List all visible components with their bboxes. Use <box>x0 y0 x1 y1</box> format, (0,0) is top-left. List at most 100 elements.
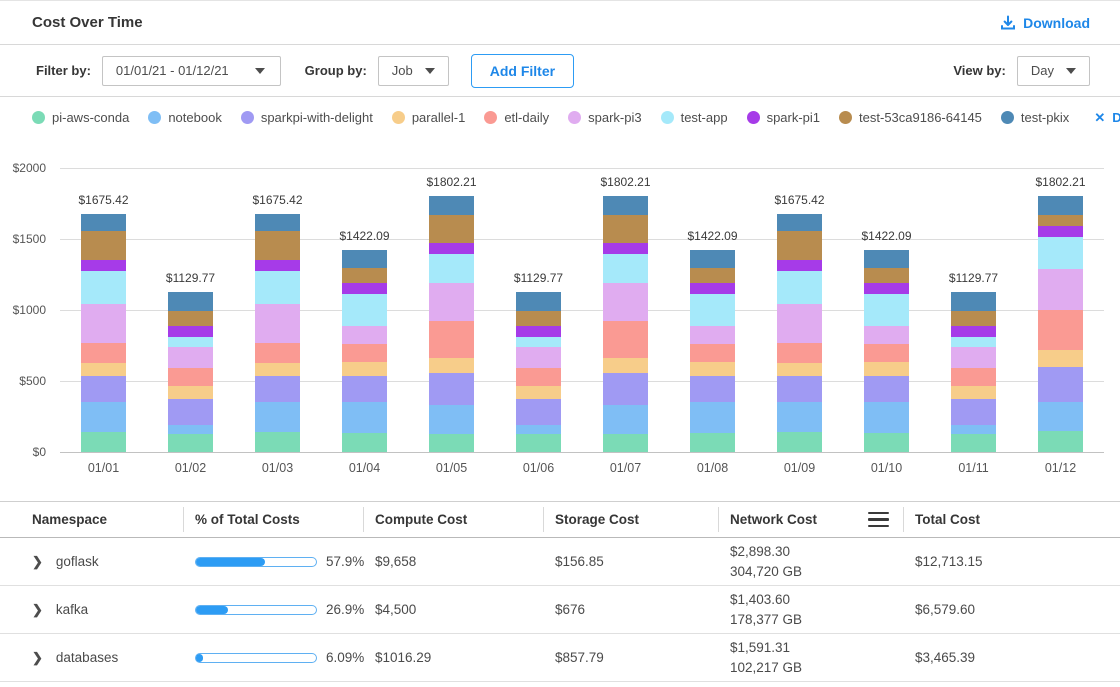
bar-segment-test-app[interactable] <box>168 337 213 347</box>
bar-segment-test-53ca9186-64145[interactable] <box>690 268 735 282</box>
bar-segment-spark-pi3[interactable] <box>951 347 996 368</box>
stacked-bar-01/09[interactable] <box>777 214 822 452</box>
bar-segment-sparkpi-with-delight[interactable] <box>81 376 126 402</box>
bar-segment-test-53ca9186-64145[interactable] <box>342 268 387 282</box>
bar-segment-test-app[interactable] <box>603 254 648 284</box>
bar-segment-test-app[interactable] <box>429 254 474 284</box>
bar-segment-test-app[interactable] <box>777 271 822 303</box>
bar-segment-test-53ca9186-64145[interactable] <box>516 311 561 325</box>
bar-segment-sparkpi-with-delight[interactable] <box>255 376 300 402</box>
stacked-bar-01/08[interactable] <box>690 250 735 452</box>
stacked-bar-01/11[interactable] <box>951 292 996 452</box>
bar-segment-etl-daily[interactable] <box>603 321 648 358</box>
bar-segment-sparkpi-with-delight[interactable] <box>690 376 735 402</box>
bar-segment-notebook[interactable] <box>864 402 909 433</box>
bar-segment-test-app[interactable] <box>255 271 300 303</box>
bar-segment-parallel-1[interactable] <box>429 358 474 373</box>
bar-segment-parallel-1[interactable] <box>342 362 387 376</box>
bar-segment-parallel-1[interactable] <box>81 363 126 376</box>
stacked-bar-01/03[interactable] <box>255 214 300 452</box>
bar-segment-parallel-1[interactable] <box>864 362 909 376</box>
bar-segment-spark-pi3[interactable] <box>777 304 822 344</box>
bar-segment-spark-pi1[interactable] <box>429 243 474 254</box>
bar-segment-spark-pi3[interactable] <box>168 347 213 368</box>
bar-segment-spark-pi3[interactable] <box>81 304 126 344</box>
bar-segment-spark-pi3[interactable] <box>1038 269 1083 310</box>
legend-item-parallel-1[interactable]: parallel-1 <box>392 110 465 125</box>
bar-segment-test-pkix[interactable] <box>777 214 822 231</box>
stacked-bar-01/04[interactable] <box>342 250 387 452</box>
bar-segment-spark-pi1[interactable] <box>603 243 648 254</box>
bar-segment-test-pkix[interactable] <box>81 214 126 231</box>
bar-segment-spark-pi1[interactable] <box>342 283 387 294</box>
bar-segment-sparkpi-with-delight[interactable] <box>777 376 822 402</box>
bar-segment-sparkpi-with-delight[interactable] <box>864 376 909 402</box>
bar-segment-spark-pi1[interactable] <box>168 326 213 337</box>
bar-segment-sparkpi-with-delight[interactable] <box>342 376 387 402</box>
bar-segment-pi-aws-conda[interactable] <box>342 433 387 452</box>
legend-item-etl-daily[interactable]: etl-daily <box>484 110 549 125</box>
stacked-bar-01/12[interactable] <box>1038 196 1083 452</box>
stacked-bar-01/10[interactable] <box>864 250 909 452</box>
bar-segment-parallel-1[interactable] <box>516 386 561 399</box>
legend-item-sparkpi-with-delight[interactable]: sparkpi-with-delight <box>241 110 373 125</box>
bar-segment-etl-daily[interactable] <box>342 344 387 362</box>
bar-segment-spark-pi1[interactable] <box>690 283 735 294</box>
bar-segment-parallel-1[interactable] <box>168 386 213 399</box>
bar-segment-pi-aws-conda[interactable] <box>516 434 561 452</box>
bar-segment-etl-daily[interactable] <box>864 344 909 362</box>
bar-segment-test-app[interactable] <box>1038 237 1083 269</box>
bar-segment-notebook[interactable] <box>81 402 126 432</box>
bar-segment-test-app[interactable] <box>342 294 387 326</box>
legend-item-notebook[interactable]: notebook <box>148 110 222 125</box>
bar-segment-etl-daily[interactable] <box>951 368 996 386</box>
bar-segment-pi-aws-conda[interactable] <box>81 432 126 452</box>
bar-segment-test-app[interactable] <box>951 337 996 347</box>
bar-segment-spark-pi3[interactable] <box>255 304 300 344</box>
bar-segment-pi-aws-conda[interactable] <box>255 432 300 452</box>
bar-segment-etl-daily[interactable] <box>1038 310 1083 350</box>
bar-segment-spark-pi1[interactable] <box>777 260 822 271</box>
download-button[interactable]: Download <box>1000 15 1090 31</box>
bar-segment-notebook[interactable] <box>429 405 474 433</box>
chevron-right-icon[interactable]: ❯ <box>32 651 43 664</box>
bar-segment-test-53ca9186-64145[interactable] <box>168 311 213 325</box>
bar-segment-sparkpi-with-delight[interactable] <box>516 399 561 425</box>
bar-segment-etl-daily[interactable] <box>516 368 561 386</box>
stacked-bar-01/02[interactable] <box>168 292 213 452</box>
bar-segment-parallel-1[interactable] <box>690 362 735 376</box>
bar-segment-sparkpi-with-delight[interactable] <box>1038 367 1083 402</box>
bar-segment-test-pkix[interactable] <box>168 292 213 312</box>
bar-segment-test-pkix[interactable] <box>429 196 474 215</box>
bar-segment-notebook[interactable] <box>516 425 561 434</box>
deselect-all-button[interactable]: ✕Deselect All <box>1094 110 1120 125</box>
bar-segment-notebook[interactable] <box>603 405 648 433</box>
bar-segment-etl-daily[interactable] <box>81 343 126 363</box>
legend-item-test-53ca9186-64145[interactable]: test-53ca9186-64145 <box>839 110 982 125</box>
stacked-bar-01/07[interactable] <box>603 196 648 452</box>
bar-segment-test-53ca9186-64145[interactable] <box>951 311 996 325</box>
bar-segment-parallel-1[interactable] <box>777 363 822 376</box>
bar-segment-test-pkix[interactable] <box>690 250 735 268</box>
bar-segment-test-app[interactable] <box>864 294 909 326</box>
bar-segment-pi-aws-conda[interactable] <box>951 434 996 452</box>
bar-segment-notebook[interactable] <box>690 402 735 433</box>
bar-segment-sparkpi-with-delight[interactable] <box>168 399 213 425</box>
bar-segment-test-pkix[interactable] <box>864 250 909 268</box>
date-range-dropdown[interactable]: 01/01/21 - 01/12/21 <box>102 56 281 86</box>
bar-segment-test-pkix[interactable] <box>603 196 648 215</box>
bar-segment-notebook[interactable] <box>342 402 387 433</box>
bar-segment-spark-pi3[interactable] <box>603 283 648 321</box>
bar-segment-test-pkix[interactable] <box>951 292 996 312</box>
bar-segment-pi-aws-conda[interactable] <box>429 434 474 452</box>
bar-segment-test-app[interactable] <box>81 271 126 303</box>
bar-segment-spark-pi3[interactable] <box>690 326 735 344</box>
bar-segment-notebook[interactable] <box>168 425 213 434</box>
bar-segment-test-app[interactable] <box>516 337 561 347</box>
bar-segment-test-53ca9186-64145[interactable] <box>81 231 126 260</box>
bar-segment-parallel-1[interactable] <box>255 363 300 376</box>
bar-segment-spark-pi3[interactable] <box>864 326 909 344</box>
bar-segment-spark-pi1[interactable] <box>516 326 561 337</box>
bar-segment-test-53ca9186-64145[interactable] <box>603 215 648 242</box>
bar-segment-etl-daily[interactable] <box>429 321 474 358</box>
